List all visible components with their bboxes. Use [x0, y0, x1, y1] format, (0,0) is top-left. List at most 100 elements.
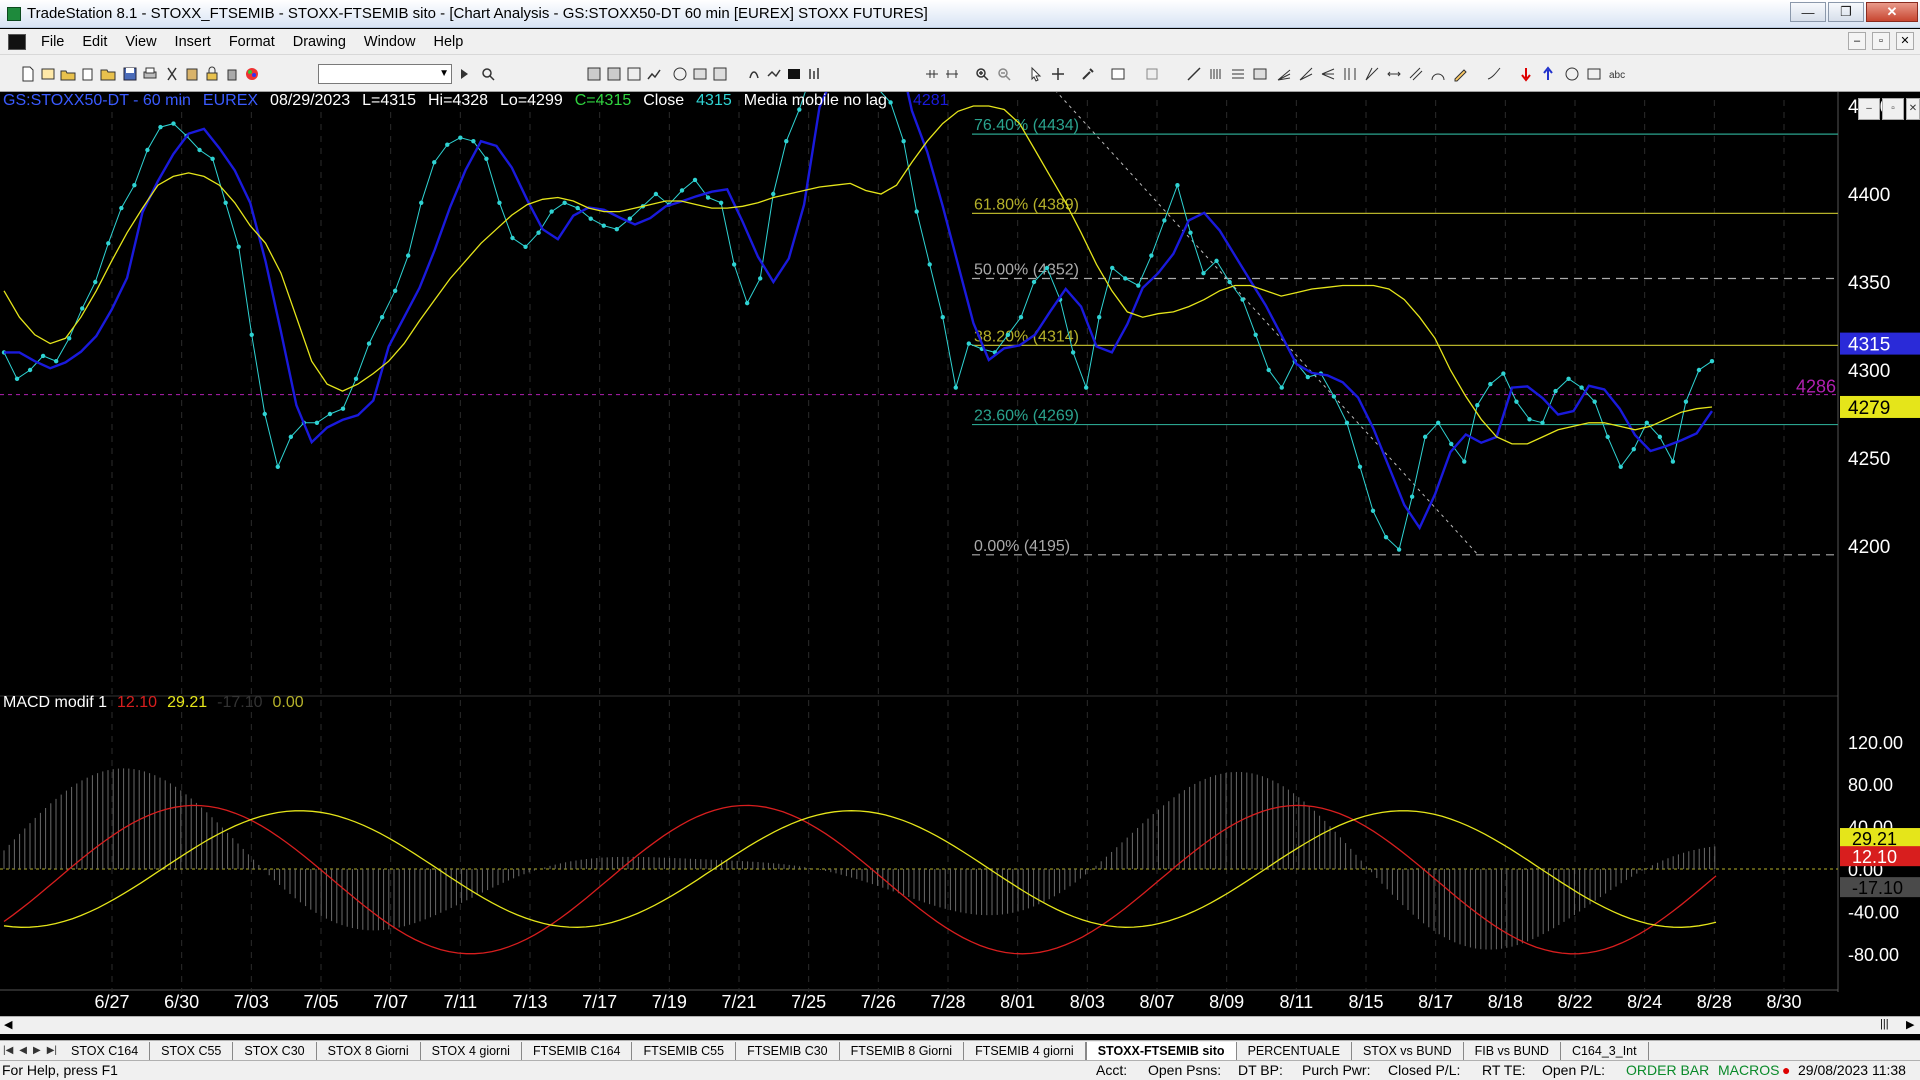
new-workspace-icon[interactable]	[40, 66, 56, 82]
curve-icon[interactable]	[1486, 66, 1502, 82]
subwindow-close-button[interactable]: ✕	[1906, 98, 1920, 120]
zoom-in-icon[interactable]	[974, 66, 990, 82]
mdi-restore-button[interactable]: ▫	[1872, 32, 1890, 50]
crosshair-icon[interactable]	[1050, 66, 1066, 82]
bar-spacing-out-icon[interactable]	[944, 66, 960, 82]
new-icon[interactable]	[20, 66, 36, 82]
mdi-minimize-button[interactable]: –	[1848, 32, 1866, 50]
menu-view[interactable]: View	[116, 34, 165, 50]
close-button[interactable]: ✕	[1866, 2, 1918, 22]
tab-ftsemib-c30[interactable]: FTSEMIB C30	[736, 1041, 840, 1060]
arrow-up-icon[interactable]	[1540, 66, 1556, 82]
maximize-button[interactable]: ❐	[1828, 2, 1864, 22]
tab-stox-4-giorni[interactable]: STOX 4 giorni	[421, 1041, 522, 1060]
folder-icon[interactable]	[100, 66, 116, 82]
order-icon[interactable]	[1110, 66, 1126, 82]
tab-prev-icon[interactable]: ◀	[16, 1045, 30, 1056]
format-icon[interactable]	[626, 66, 642, 82]
rectangle-icon[interactable]	[1586, 66, 1602, 82]
channel-icon[interactable]	[1408, 66, 1424, 82]
scanner-icon[interactable]	[692, 66, 708, 82]
lock-icon[interactable]	[204, 66, 220, 82]
tab-first-icon[interactable]: |◀	[0, 1045, 16, 1056]
subwindow-minimize-button[interactable]: –	[1858, 98, 1880, 120]
find-icon[interactable]	[480, 66, 496, 82]
tab-ftsemib-c55[interactable]: FTSEMIB C55	[632, 1041, 737, 1060]
tab-ftsemib-c164[interactable]: FTSEMIB C164	[522, 1041, 633, 1060]
play-icon[interactable]	[456, 66, 472, 82]
fib-fan-icon[interactable]	[1298, 66, 1314, 82]
matrix-icon[interactable]	[712, 66, 728, 82]
color-palette-icon[interactable]	[244, 66, 260, 82]
radar-icon[interactable]	[672, 66, 688, 82]
gann-fan-icon[interactable]	[1364, 66, 1380, 82]
expand-icon[interactable]	[1144, 66, 1160, 82]
tab-stox-8-giorni[interactable]: STOX 8 Giorni	[317, 1041, 421, 1060]
bar-chart-icon[interactable]	[806, 66, 822, 82]
order-bar-button[interactable]: ORDER BAR	[1626, 1062, 1709, 1078]
speed-lines-icon[interactable]	[1276, 66, 1292, 82]
ellipse-icon[interactable]	[1564, 66, 1580, 82]
status-purch-pwr: Purch Pwr:	[1302, 1062, 1371, 1078]
workspace-combo[interactable]: ▼	[318, 64, 452, 84]
arrow-lr-icon[interactable]	[1386, 66, 1402, 82]
chart-canvas[interactable]: 6/27 6/30 7/03 7/05 7/07 7/11 7/13 7/17 7/19 7/21…	[0, 92, 1920, 1016]
insert-study-icon[interactable]	[766, 66, 782, 82]
macros-button[interactable]: MACROS	[1718, 1062, 1779, 1078]
insert-strategy-icon[interactable]	[786, 66, 802, 82]
save-icon[interactable]	[122, 66, 138, 82]
tab-next-icon[interactable]: ▶	[30, 1045, 44, 1056]
menu-format[interactable]: Format	[220, 34, 284, 50]
tab-stoxx-ftsemib-sito[interactable]: STOXX-FTSEMIB sito	[1085, 1041, 1237, 1060]
arrow-down-icon[interactable]	[1518, 66, 1534, 82]
bar-spacing-in-icon[interactable]	[924, 66, 940, 82]
regression-icon[interactable]	[1252, 66, 1268, 82]
tab-stox-vs-bund[interactable]: STOX vs BUND	[1352, 1041, 1464, 1060]
tab-stox-c55[interactable]: STOX C55	[150, 1041, 234, 1060]
andrews-pitchfork-icon[interactable]	[1320, 66, 1336, 82]
print-icon[interactable]	[142, 66, 158, 82]
mdi-close-button[interactable]: ✕	[1896, 32, 1914, 50]
delete-icon[interactable]	[224, 66, 240, 82]
minimize-button[interactable]: —	[1790, 2, 1826, 22]
text-icon[interactable]: abc	[1608, 66, 1632, 82]
arc-icon[interactable]	[1430, 66, 1446, 82]
copy-icon[interactable]	[80, 66, 96, 82]
window-cascade-icon[interactable]	[606, 66, 622, 82]
pointer-icon[interactable]	[1028, 66, 1044, 82]
chart-window[interactable]: 6/27 6/30 7/03 7/05 7/07 7/11 7/13 7/17 7/19 7/21…	[0, 92, 1920, 1026]
open-icon[interactable]	[60, 66, 76, 82]
trendline-icon[interactable]	[1186, 66, 1202, 82]
tab-c164-3-int[interactable]: C164_3_Int	[1561, 1041, 1649, 1060]
symbol-icon[interactable]	[746, 66, 762, 82]
horizontal-scrollbar[interactable]: ◀ ||| ▶	[0, 1016, 1920, 1034]
zoom-out-icon[interactable]	[996, 66, 1012, 82]
scroll-left-icon[interactable]: ◀	[4, 1018, 12, 1031]
tab-last-icon[interactable]: ▶|	[44, 1045, 60, 1056]
tab-fib-vs-bund[interactable]: FIB vs BUND	[1464, 1041, 1561, 1060]
pencil-icon[interactable]	[1452, 66, 1468, 82]
chart-icon[interactable]	[646, 66, 662, 82]
fibonacci-icon[interactable]	[1208, 66, 1224, 82]
chart-window-icon[interactable]	[8, 33, 26, 50]
subwindow-restore-button[interactable]: ▫	[1882, 98, 1904, 120]
tab-ftsemib-8-giorni[interactable]: FTSEMIB 8 Giorni	[840, 1041, 965, 1060]
tab-stox-c164[interactable]: STOX C164	[60, 1041, 151, 1060]
paste-icon[interactable]	[184, 66, 200, 82]
tab-stox-c30[interactable]: STOX C30	[233, 1041, 317, 1060]
time-zones-icon[interactable]	[1342, 66, 1358, 82]
cut-icon[interactable]	[164, 66, 180, 82]
scroll-thumb-icon[interactable]: |||	[1880, 1018, 1889, 1030]
tools-icon[interactable]	[1080, 66, 1096, 82]
scroll-right-icon[interactable]: ▶	[1906, 1018, 1914, 1031]
menu-drawing[interactable]: Drawing	[284, 34, 355, 50]
menu-window[interactable]: Window	[355, 34, 425, 50]
tab-ftsemib-4-giorni[interactable]: FTSEMIB 4 giorni	[964, 1041, 1086, 1060]
window-tile-icon[interactable]	[586, 66, 602, 82]
horizontal-lines-icon[interactable]	[1230, 66, 1246, 82]
menu-help[interactable]: Help	[425, 34, 473, 50]
menu-insert[interactable]: Insert	[166, 34, 220, 50]
tab-percentuale[interactable]: PERCENTUALE	[1237, 1041, 1352, 1060]
menu-file[interactable]: File	[32, 34, 73, 50]
menu-edit[interactable]: Edit	[73, 34, 116, 50]
